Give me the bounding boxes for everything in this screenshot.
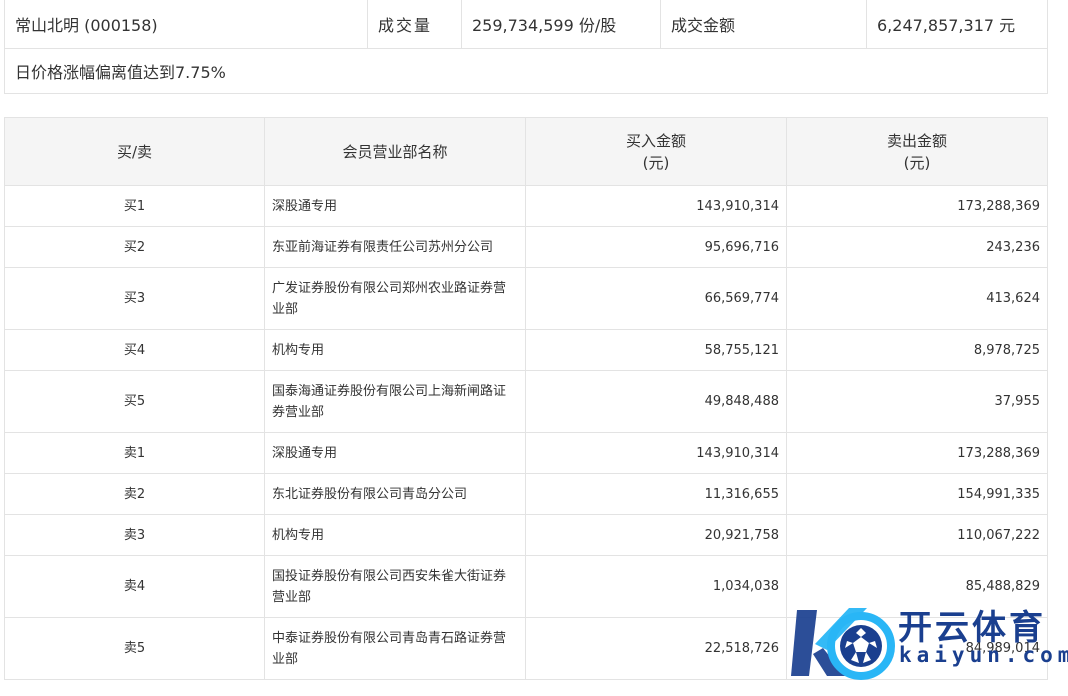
row-direction: 卖3 bbox=[4, 514, 265, 556]
row-direction: 卖2 bbox=[4, 473, 265, 515]
header-buy-amount-unit: (元) bbox=[642, 153, 670, 172]
header-buy-amount: 买入金额 (元) bbox=[525, 117, 787, 186]
deviation-note: 日价格涨幅偏离值达到7.75% bbox=[4, 48, 1048, 94]
row-branch: 东亚前海证券有限责任公司苏州分公司 bbox=[264, 226, 526, 268]
row-sell-amount: 8,978,725 bbox=[786, 329, 1048, 371]
row-branch: 国投证券股份有限公司西安朱雀大街证券营业部 bbox=[264, 555, 526, 618]
row-buy-amount: 11,316,655 bbox=[525, 473, 787, 515]
row-sell-amount: 110,067,222 bbox=[786, 514, 1048, 556]
stock-name: 常山北明 (000158) bbox=[4, 0, 368, 49]
row-direction: 卖4 bbox=[4, 555, 265, 618]
row-buy-amount: 1,034,038 bbox=[525, 555, 787, 618]
table-row: 卖2 东北证券股份有限公司青岛分公司 11,316,655 154,991,33… bbox=[4, 473, 1048, 515]
table-row: 卖1 深股通专用 143,910,314 173,288,369 bbox=[4, 432, 1048, 474]
table-row: 买2 东亚前海证券有限责任公司苏州分公司 95,696,716 243,236 bbox=[4, 226, 1048, 268]
table-header-row: 买/卖 会员营业部名称 买入金额 (元) 卖出金额 (元) bbox=[4, 117, 1048, 186]
row-buy-amount: 143,910,314 bbox=[525, 432, 787, 474]
row-branch: 深股通专用 bbox=[264, 432, 526, 474]
row-buy-amount: 22,518,726 bbox=[525, 617, 787, 680]
row-branch: 机构专用 bbox=[264, 514, 526, 556]
row-direction: 买1 bbox=[4, 185, 265, 227]
header-direction: 买/卖 bbox=[4, 117, 265, 186]
row-branch: 国泰海通证券股份有限公司上海新闸路证券营业部 bbox=[264, 370, 526, 433]
table-row: 卖3 机构专用 20,921,758 110,067,222 bbox=[4, 514, 1048, 556]
row-direction: 卖5 bbox=[4, 617, 265, 680]
kaiyun-watermark: 开云体育 kaiyun.com bbox=[787, 588, 1068, 692]
row-branch: 深股通专用 bbox=[264, 185, 526, 227]
row-sell-amount: 173,288,369 bbox=[786, 432, 1048, 474]
table-row: 买3 广发证券股份有限公司郑州农业路证券营业部 66,569,774 413,6… bbox=[4, 267, 1048, 330]
volume-label: 成交量 bbox=[367, 0, 462, 49]
watermark-site-text: kaiyun.com bbox=[899, 643, 1068, 667]
row-buy-amount: 66,569,774 bbox=[525, 267, 787, 330]
row-sell-amount: 413,624 bbox=[786, 267, 1048, 330]
row-branch: 广发证券股份有限公司郑州农业路证券营业部 bbox=[264, 267, 526, 330]
row-buy-amount: 49,848,488 bbox=[525, 370, 787, 433]
row-sell-amount: 173,288,369 bbox=[786, 185, 1048, 227]
row-buy-amount: 20,921,758 bbox=[525, 514, 787, 556]
row-direction: 买2 bbox=[4, 226, 265, 268]
amount-value: 6,247,857,317 元 bbox=[866, 0, 1048, 49]
table-row: 买5 国泰海通证券股份有限公司上海新闸路证券营业部 49,848,488 37,… bbox=[4, 370, 1048, 433]
table-row: 买1 深股通专用 143,910,314 173,288,369 bbox=[4, 185, 1048, 227]
summary-row: 常山北明 (000158) 成交量 259,734,599 份/股 成交金额 6… bbox=[4, 0, 1048, 49]
row-branch: 东北证券股份有限公司青岛分公司 bbox=[264, 473, 526, 515]
summary-note-row: 日价格涨幅偏离值达到7.75% bbox=[4, 48, 1048, 94]
row-direction: 买3 bbox=[4, 267, 265, 330]
row-buy-amount: 58,755,121 bbox=[525, 329, 787, 371]
volume-value: 259,734,599 份/股 bbox=[461, 0, 661, 49]
row-buy-amount: 95,696,716 bbox=[525, 226, 787, 268]
row-direction: 买4 bbox=[4, 329, 265, 371]
row-direction: 买5 bbox=[4, 370, 265, 433]
header-sell-amount-label: 卖出金额 bbox=[886, 131, 947, 150]
watermark-brand-text: 开云体育 bbox=[898, 608, 1046, 648]
header-sell-amount: 卖出金额 (元) bbox=[786, 117, 1048, 186]
row-branch: 中泰证券股份有限公司青岛青石路证券营业部 bbox=[264, 617, 526, 680]
table-row: 买4 机构专用 58,755,121 8,978,725 bbox=[4, 329, 1048, 371]
header-buy-amount-label: 买入金额 bbox=[625, 131, 686, 150]
row-sell-amount: 37,955 bbox=[786, 370, 1048, 433]
kaiyun-logo-icon bbox=[791, 608, 895, 680]
row-direction: 卖1 bbox=[4, 432, 265, 474]
trade-summary-table: 常山北明 (000158) 成交量 259,734,599 份/股 成交金额 6… bbox=[4, 0, 1048, 94]
row-sell-amount: 243,236 bbox=[786, 226, 1048, 268]
row-sell-amount: 154,991,335 bbox=[786, 473, 1048, 515]
row-branch: 机构专用 bbox=[264, 329, 526, 371]
row-buy-amount: 143,910,314 bbox=[525, 185, 787, 227]
header-sell-amount-unit: (元) bbox=[903, 153, 931, 172]
amount-label: 成交金额 bbox=[660, 0, 867, 49]
header-branch: 会员营业部名称 bbox=[264, 117, 526, 186]
